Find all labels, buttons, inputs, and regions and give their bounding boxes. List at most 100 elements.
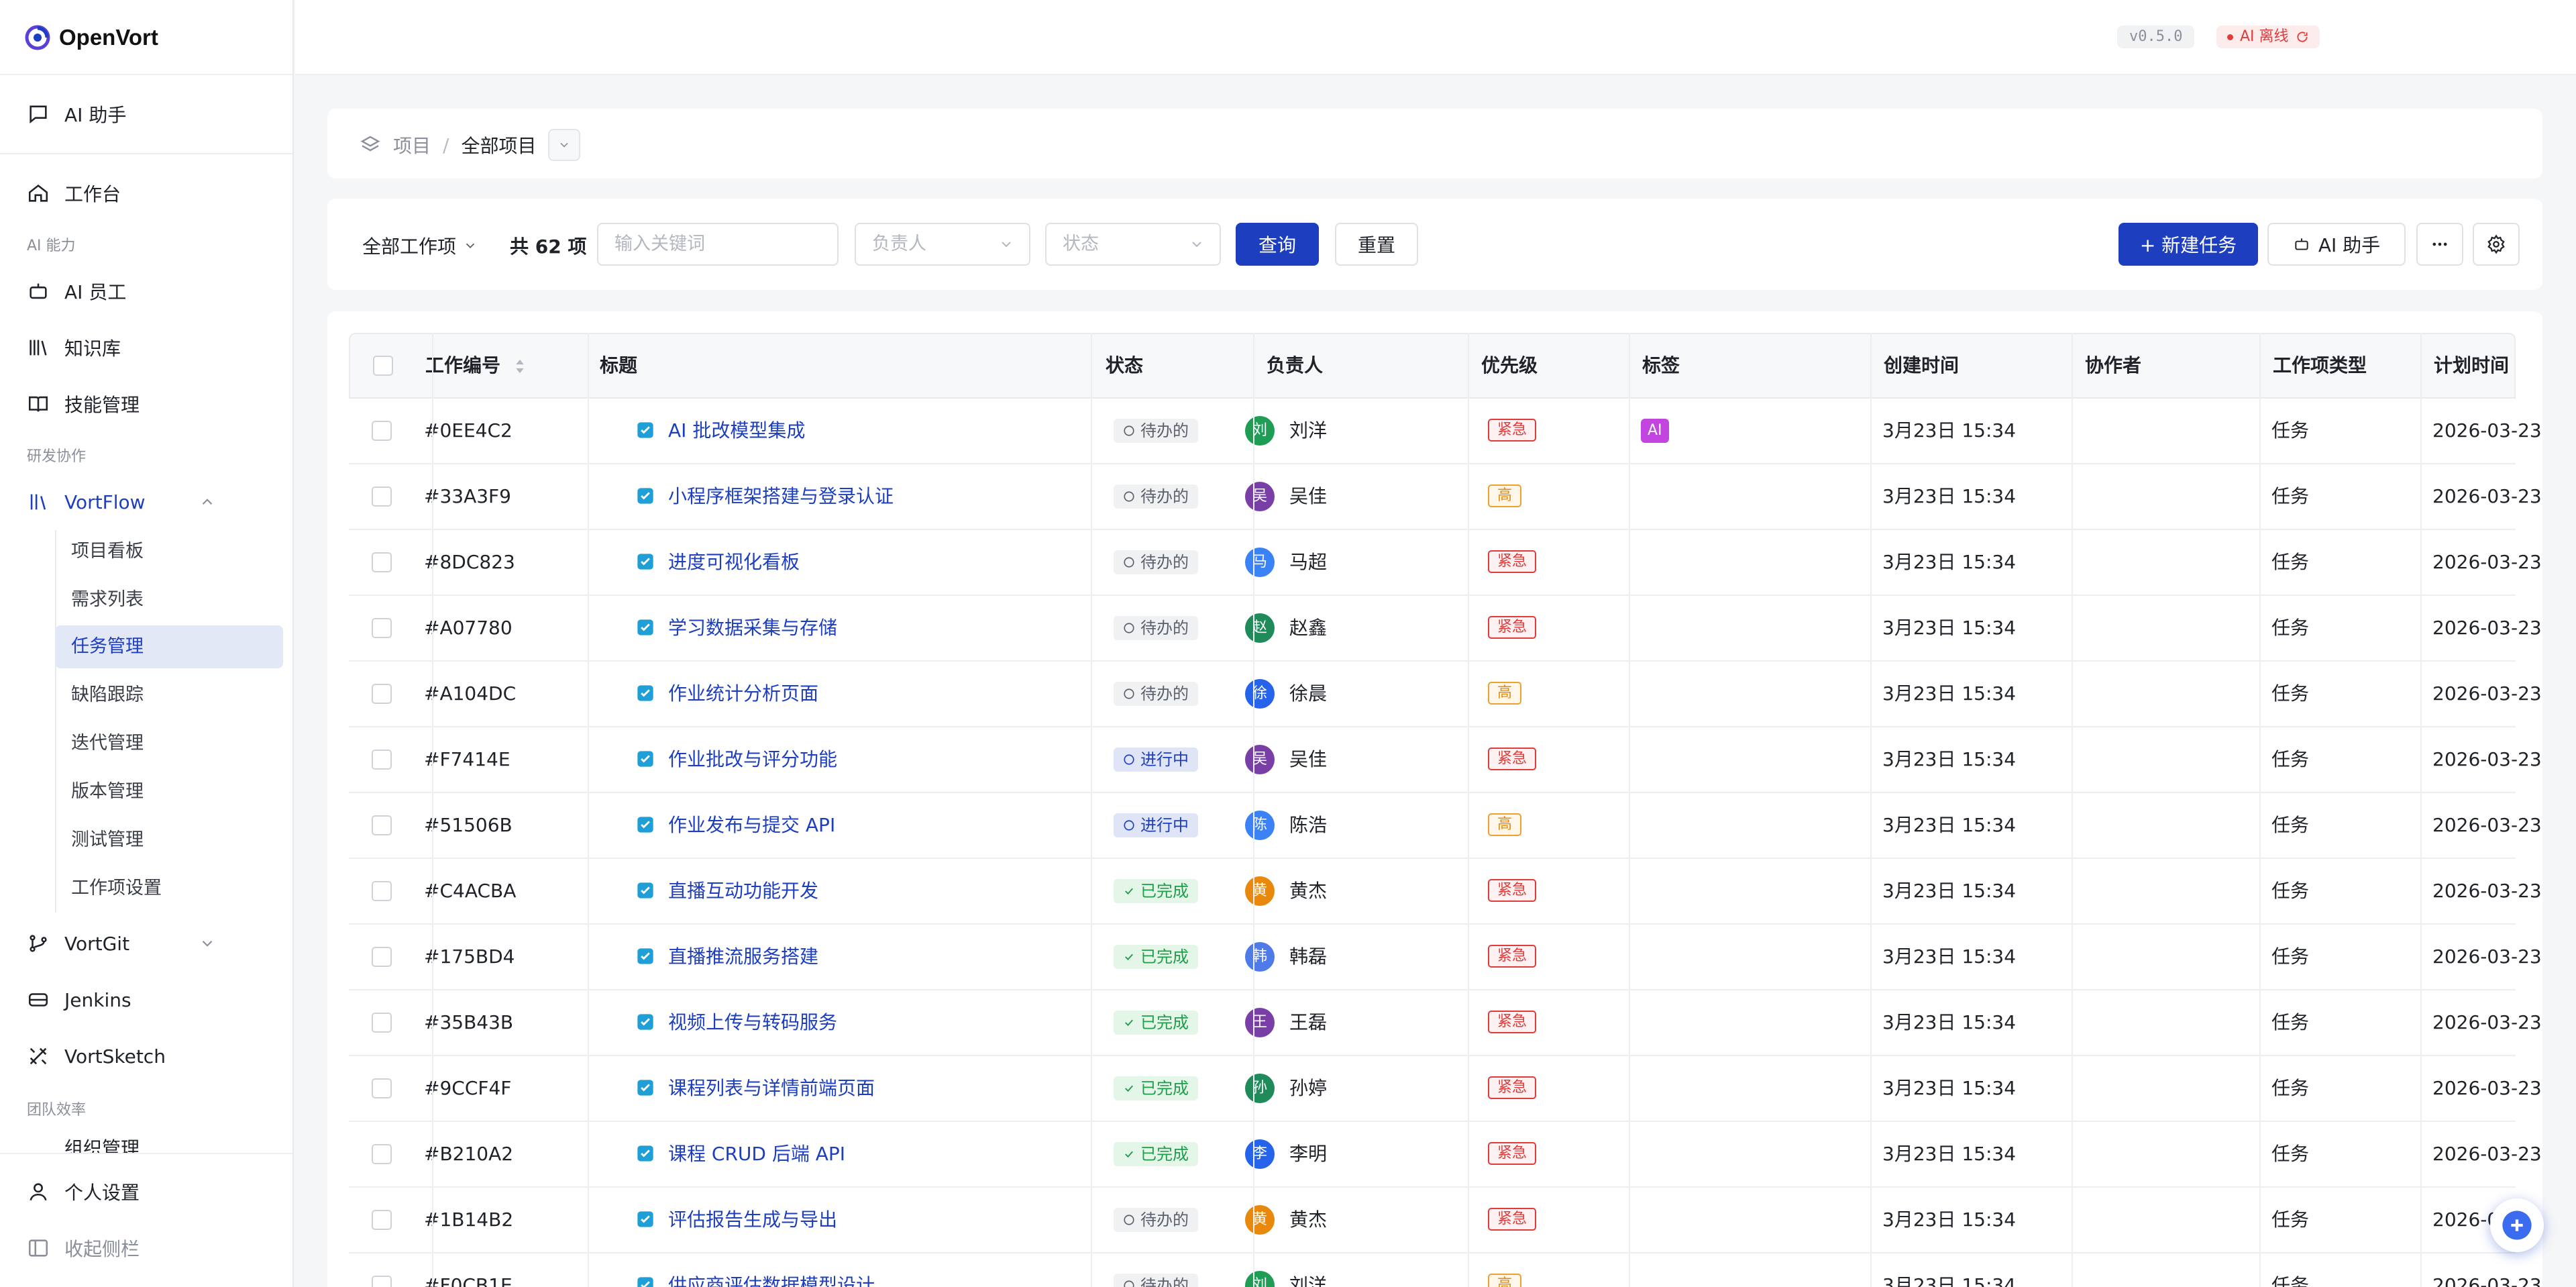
task-title[interactable]: 小程序框架搭建与登录认证 bbox=[668, 485, 894, 507]
table-row[interactable]: #35B43B 视频上传与转码服务 已完成 王王磊 紧急 3月23日 15:34 任务 202… bbox=[349, 990, 2542, 1056]
task-title-cell[interactable]: 作业批改与评分功能 bbox=[636, 727, 837, 792]
table-row[interactable]: #0EE4C2 AI 批改模型集成 待办的 刘刘洋 紧急 AI 3月23日 15:34 任务 2… bbox=[349, 399, 2542, 464]
column-header-collab[interactable]: 协作者 bbox=[2085, 334, 2141, 397]
status-select[interactable]: 状态 bbox=[1045, 223, 1221, 266]
sidebar-item-workbench[interactable]: 工作台 bbox=[27, 173, 121, 213]
column-header-title[interactable]: 标题 bbox=[600, 334, 637, 397]
scope-dropdown[interactable]: 全部工作项 bbox=[362, 232, 478, 259]
status-badge[interactable]: 进行中 bbox=[1114, 748, 1198, 772]
reset-button[interactable]: 重置 bbox=[1335, 223, 1418, 266]
column-header-priority[interactable]: 优先级 bbox=[1481, 334, 1538, 397]
priority-badge[interactable]: 紧急 bbox=[1488, 616, 1537, 639]
status-badge[interactable]: 已完成 bbox=[1114, 945, 1198, 969]
row-checkbox[interactable] bbox=[372, 1144, 392, 1164]
row-checkbox[interactable] bbox=[372, 421, 392, 441]
task-title-cell[interactable]: 视频上传与转码服务 bbox=[636, 990, 837, 1055]
task-title[interactable]: 作业统计分析页面 bbox=[668, 682, 818, 705]
task-title[interactable]: 作业发布与提交 API bbox=[668, 814, 835, 836]
task-title-cell[interactable]: 作业发布与提交 API bbox=[636, 793, 835, 858]
sidebar-item-org[interactable]: 组织管理 bbox=[27, 1134, 140, 1153]
table-row[interactable]: #1B14B2 评估报告生成与导出 待办的黄黄杰 紧急 3月23日 15:34 任务 202… bbox=[349, 1188, 2542, 1253]
task-title-cell[interactable]: 进度可视化看板 bbox=[636, 530, 800, 595]
sidebar-item-skills[interactable]: 技能管理 bbox=[27, 384, 140, 424]
task-title-cell[interactable]: 直播推流服务搭建 bbox=[636, 925, 818, 989]
priority-badge[interactable]: 紧急 bbox=[1488, 1076, 1537, 1099]
task-title-cell[interactable]: 学习数据采集与存储 bbox=[636, 596, 837, 660]
column-header-id[interactable]: 工作编号 bbox=[425, 334, 526, 397]
sidebar-subitem[interactable]: 迭代管理 bbox=[55, 722, 283, 765]
keyword-input[interactable]: 输入关键词 bbox=[597, 223, 839, 266]
task-title[interactable]: 学习数据采集与存储 bbox=[668, 617, 837, 639]
table-row[interactable]: #B210A2 课程 CRUD 后端 API 已完成 李李明 紧急 3月23日 15:34… bbox=[349, 1122, 2542, 1188]
new-task-button[interactable]: + 新建任务 bbox=[2118, 223, 2258, 266]
status-badge[interactable]: 进行中 bbox=[1114, 813, 1198, 837]
task-title-cell[interactable]: 直播互动功能开发 bbox=[636, 859, 818, 923]
column-header-plan[interactable]: 计划时间 bbox=[2434, 334, 2509, 397]
table-row[interactable]: #175BD4 直播推流服务搭建 已完成 韩韩磊 紧急 3月23日 15:34 任务 2026… bbox=[349, 925, 2542, 990]
sidebar-subitem[interactable]: 项目看板 bbox=[55, 530, 283, 573]
chevron-down-icon[interactable] bbox=[199, 935, 216, 952]
task-title[interactable]: 课程列表与详情前端页面 bbox=[668, 1077, 875, 1099]
task-title[interactable]: 评估报告生成与导出 bbox=[668, 1208, 837, 1231]
ai-float-button[interactable] bbox=[2490, 1198, 2544, 1252]
task-title-cell[interactable]: 评估报告生成与导出 bbox=[636, 1188, 837, 1252]
task-title[interactable]: 视频上传与转码服务 bbox=[668, 1011, 837, 1033]
priority-badge[interactable]: 紧急 bbox=[1488, 945, 1537, 968]
sidebar-item-vortgit[interactable]: VortGit bbox=[27, 923, 129, 964]
task-title[interactable]: 直播互动功能开发 bbox=[668, 880, 818, 902]
task-title[interactable]: 进度可视化看板 bbox=[668, 551, 800, 573]
table-row[interactable]: #C4ACBA 直播互动功能开发 已完成 黄黄杰 紧急 3月23日 15:34 任务 2026… bbox=[349, 859, 2542, 925]
task-title-cell[interactable]: 作业统计分析页面 bbox=[636, 662, 818, 726]
sidebar-subitem[interactable]: 任务管理 bbox=[55, 625, 283, 668]
task-title[interactable]: 直播推流服务搭建 bbox=[668, 945, 818, 968]
sidebar-item-ai-staff[interactable]: AI 员工 bbox=[27, 271, 126, 311]
row-checkbox[interactable] bbox=[372, 618, 392, 638]
table-row[interactable]: #F0CB1E 供应商评估数据模型设计 待办的 刘 刘洋 高 3月23日 15:34 任务 20… bbox=[349, 1253, 2542, 1287]
table-row[interactable]: #33A3F9 小程序框架搭建与登录认证 待办的 吴吴佳 高 3月23日 15:34 任务 2… bbox=[349, 464, 2542, 530]
sidebar-subitem[interactable]: 工作项设置 bbox=[55, 867, 283, 910]
sidebar-subitem[interactable]: 需求列表 bbox=[55, 578, 283, 621]
settings-button[interactable] bbox=[2473, 223, 2520, 266]
row-checkbox[interactable] bbox=[372, 881, 392, 901]
task-title[interactable]: AI 批改模型集成 bbox=[668, 419, 805, 442]
table-row[interactable]: #A07780 学习数据采集与存储 待办的 赵赵鑫 紧急 3月23日 15:34 任务 202… bbox=[349, 596, 2542, 662]
status-badge[interactable]: 已完成 bbox=[1114, 1142, 1198, 1166]
sidebar-subitem[interactable]: 缺陷跟踪 bbox=[55, 674, 283, 717]
row-checkbox[interactable] bbox=[372, 815, 392, 835]
ai-status-badge[interactable]: AI 离线 bbox=[2216, 25, 2320, 48]
priority-badge[interactable]: 高 bbox=[1488, 484, 1522, 507]
row-checkbox[interactable] bbox=[372, 486, 392, 507]
priority-badge[interactable]: 高 bbox=[1488, 813, 1522, 836]
row-checkbox[interactable] bbox=[372, 1210, 392, 1230]
table-row[interactable]: #A104DC 作业统计分析页面 待办的 徐徐晨 高 3月23日 15:34 任务 2026-… bbox=[349, 662, 2542, 727]
task-title-cell[interactable]: 供应商评估数据模型设计 bbox=[636, 1253, 875, 1287]
priority-badge[interactable]: 紧急 bbox=[1488, 748, 1537, 770]
task-title-cell[interactable]: 课程列表与详情前端页面 bbox=[636, 1056, 875, 1121]
priority-badge[interactable]: 紧急 bbox=[1488, 419, 1537, 442]
project-switch-dropdown[interactable] bbox=[548, 129, 581, 161]
priority-badge[interactable]: 高 bbox=[1488, 682, 1522, 705]
column-header-tags[interactable]: 标签 bbox=[1642, 334, 1680, 397]
table-row[interactable]: #8DC823 进度可视化看板 待办的 马马超 紧急 3月23日 15:34 任务 2026-… bbox=[349, 530, 2542, 596]
sidebar-subitem[interactable]: 测试管理 bbox=[55, 819, 283, 862]
task-title-cell[interactable]: AI 批改模型集成 bbox=[636, 399, 805, 463]
status-badge[interactable]: 待办的 bbox=[1114, 682, 1198, 706]
status-badge[interactable]: 待办的 bbox=[1114, 550, 1198, 574]
status-badge[interactable]: 已完成 bbox=[1114, 879, 1198, 903]
priority-badge[interactable]: 紧急 bbox=[1488, 1208, 1537, 1231]
row-checkbox[interactable] bbox=[372, 1013, 392, 1033]
task-title[interactable]: 课程 CRUD 后端 API bbox=[668, 1143, 845, 1165]
status-badge[interactable]: 待办的 bbox=[1114, 616, 1198, 640]
column-header-owner[interactable]: 负责人 bbox=[1267, 334, 1323, 397]
task-title[interactable]: 供应商评估数据模型设计 bbox=[668, 1274, 875, 1287]
sidebar-subitem[interactable]: 版本管理 bbox=[55, 770, 283, 813]
more-button[interactable] bbox=[2416, 223, 2463, 266]
task-title[interactable]: 作业批改与评分功能 bbox=[668, 748, 837, 770]
sidebar-item-vortflow[interactable]: VortFlow bbox=[27, 482, 146, 522]
ai-assistant-button[interactable]: AI 助手 bbox=[2267, 223, 2406, 266]
breadcrumb-root[interactable]: 项目 bbox=[393, 132, 431, 158]
sort-icon[interactable] bbox=[514, 358, 526, 375]
logo[interactable]: OpenVort bbox=[24, 23, 158, 52]
query-button[interactable]: 查询 bbox=[1236, 223, 1319, 266]
table-row[interactable]: #F7414E 作业批改与评分功能 进行中 吴吴佳 紧急 3月23日 15:34 任务 202… bbox=[349, 727, 2542, 793]
